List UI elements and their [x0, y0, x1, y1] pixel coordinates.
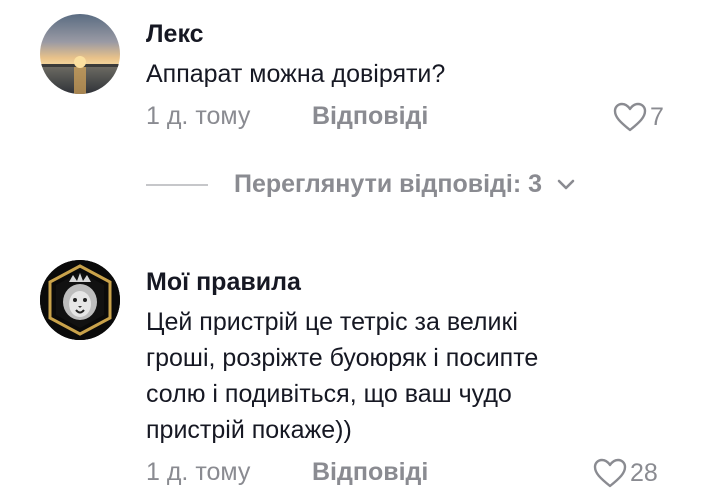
comment-author[interactable]: Лекс	[146, 20, 204, 49]
avatar[interactable]	[40, 14, 120, 94]
comment-text-line: гроші, розріжте буоюряк і посипте	[146, 344, 539, 372]
comment-text: Аппарат можна довіряти?	[146, 60, 446, 88]
chevron-down-icon	[557, 179, 575, 189]
heart-outline-icon	[613, 102, 647, 132]
comment-timestamp: 1 д. тому	[146, 458, 251, 486]
like-count: 28	[630, 458, 658, 487]
view-replies-button[interactable]: Переглянути відповіді: 3	[146, 170, 576, 199]
comment-item: Лекс Аппарат можна довіряти? 1 д. тому В…	[0, 0, 708, 150]
reply-button[interactable]: Відповіді	[312, 102, 428, 131]
comment-author[interactable]: Мої правила	[146, 268, 301, 297]
avatar[interactable]	[40, 260, 120, 340]
comment-text: Цей пристрій це тетріс за великі гроші, …	[146, 304, 646, 448]
lion-crown-avatar-image	[40, 260, 120, 340]
like-button[interactable]: 28	[592, 457, 658, 489]
heart-outline-icon	[593, 458, 627, 488]
sunset-avatar-image	[40, 14, 120, 94]
divider-line	[146, 183, 208, 186]
like-button[interactable]: 7	[612, 101, 664, 133]
comment-text-line: солю і подивіться, що ваш чудо	[146, 380, 512, 408]
view-replies-label: Переглянути відповіді: 3	[234, 170, 543, 198]
comment-item: Мої правила Цей пристрій це тетріс за ве…	[0, 250, 708, 490]
comment-text-line: пристрій покаже))	[146, 416, 352, 444]
comment-text-line: Цей пристрій це тетріс за великі	[146, 308, 518, 336]
like-count: 7	[650, 102, 664, 131]
reply-button[interactable]: Відповіді	[312, 458, 428, 487]
comment-timestamp: 1 д. тому	[146, 102, 251, 130]
